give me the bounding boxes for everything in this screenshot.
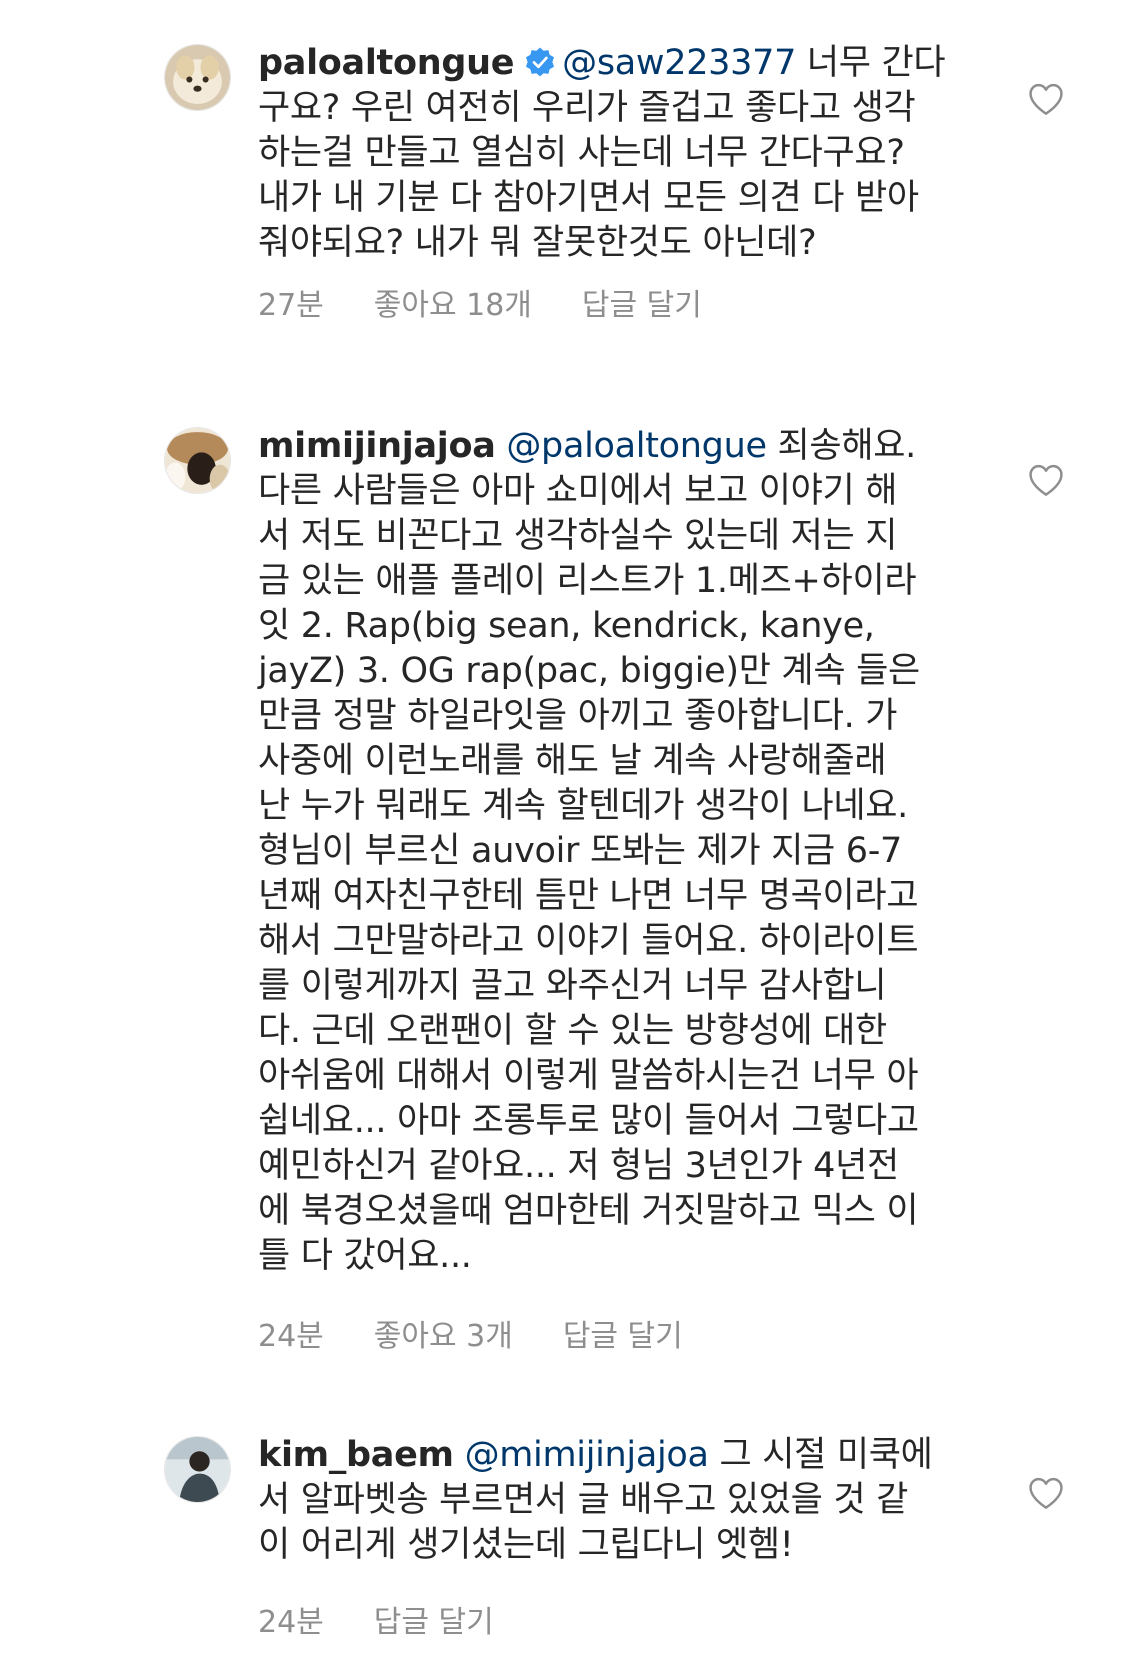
likes-count[interactable]: 좋아요 3개 [374,1311,513,1355]
comment-first-line: mimijinjajoa @paloaltongue 죄송해요. [258,424,968,469]
comment-text: 다. 근데 오랜팬이 할 수 있는 방향성에 대한 [258,1011,887,1051]
comment-text: 아쉬움에 대해서 이렇게 말씀하시는건 너무 아 [258,1056,919,1096]
heart-outline-icon[interactable] [1027,463,1065,497]
comment-text: 하는걸 만들고 열심히 사는데 너무 간다구요? [258,133,905,173]
avatar[interactable] [164,427,231,494]
comment-text: 년째 여자친구한테 틈만 나면 너무 명곡이라고 [258,876,919,916]
comment-text: 해서 그만말하라고 이야기 들어요. 하이라이트 [258,921,919,961]
mention-link[interactable]: @paloaltongue [506,426,767,466]
comment-text: 를 이렇게까지 끌고 와주신거 너무 감사합니 [258,966,887,1006]
comment-text: 죄송해요. [777,426,917,466]
comment-text: 예민하신거 같아요... 저 형님 3년인가 4년전 [258,1146,899,1186]
comment-text: 내가 내 기분 다 참아기면서 모든 의견 다 받아 [258,178,919,218]
heart-outline-icon[interactable] [1027,1476,1065,1510]
comment-text: 금 있는 애플 플레이 리스트가 1.메즈+하이라 [258,561,917,601]
comment-text: 그 시절 미쿡에 [719,1435,933,1475]
comment-meta: 24분 답글 달기 [258,1597,544,1641]
comment-meta: 24분 좋아요 3개 답글 달기 [258,1311,733,1355]
comment-timestamp: 24분 [258,1605,324,1640]
verified-badge-icon [524,45,556,77]
comment-text: 서 알파벳송 부르면서 글 배우고 있었을 것 같 [258,1480,908,1520]
comment-body: kim_baem @mimijinjajoa 그 시절 미쿡에 서 알파벳송 부… [258,1433,968,1568]
username[interactable]: paloaltongue [258,43,514,83]
comment-text: 다른 사람들은 아마 쇼미에서 보고 이야기 해 [258,471,898,511]
comment-text: 사중에 이런노래를 해도 날 계속 사랑해줄래 [258,741,887,781]
comment-text: 에 북경오셨을때 엄마한테 거짓말하고 믹스 이 [258,1191,919,1231]
reply-button[interactable]: 답글 달기 [582,280,702,324]
comment-body: paloaltongue @saw223377 너무 간다 구요? 우린 여전히 … [258,41,968,266]
avatar[interactable] [164,1436,231,1503]
comment-text: 쉽네요... 아마 조롱투로 많이 들어서 그렇다고 [258,1101,919,1141]
mention-link[interactable]: @mimijinjajoa [465,1435,709,1475]
comment-text: 너무 간다 [806,43,946,83]
username[interactable]: mimijinjajoa [258,426,496,466]
comment-text: 형님이 부르신 auvoir 또봐는 제가 지금 6-7 [258,831,902,871]
comment-text: 틀 다 갔어요... [258,1236,472,1276]
comment-text: jayZ) 3. OG rap(pac, biggie)만 계속 들은 [258,651,920,691]
comment-text: 만큼 정말 하일라잇을 아끼고 좋아합니다. 가 [258,696,898,736]
comment-meta: 27분 좋아요 18개 답글 달기 [258,280,752,324]
comment-text: 난 누가 뭐래도 계속 할텐데가 생각이 나네요. [258,786,908,826]
likes-count[interactable]: 좋아요 18개 [374,280,532,324]
avatar[interactable] [164,44,231,111]
comment-body: mimijinjajoa @paloaltongue 죄송해요. 다른 사람들은… [258,424,968,1279]
mention-link[interactable]: @saw223377 [562,43,796,83]
comment-text: 서 저도 비꼰다고 생각하실수 있는데 저는 지 [258,516,898,556]
reply-button[interactable]: 답글 달기 [374,1597,494,1641]
reply-button[interactable]: 답글 달기 [563,1311,683,1355]
comment-timestamp: 24분 [258,1319,324,1354]
comment-text: 잇 2. Rap(big sean, kendrick, kanye, [258,606,875,646]
comment-text: 줘야되요? 내가 뭐 잘못한것도 아닌데? [258,223,817,263]
comment-timestamp: 27분 [258,288,324,323]
comment-text: 이 어리게 생기셨는데 그립다니 엣헴! [258,1525,794,1565]
heart-outline-icon[interactable] [1027,82,1065,116]
comment-first-line: kim_baem @mimijinjajoa 그 시절 미쿡에 [258,1433,968,1478]
comment-text: 구요? 우린 여전히 우리가 즐겁고 좋다고 생각 [258,88,916,128]
username[interactable]: kim_baem [258,1435,454,1475]
comment-first-line: paloaltongue @saw223377 너무 간다 [258,41,968,86]
